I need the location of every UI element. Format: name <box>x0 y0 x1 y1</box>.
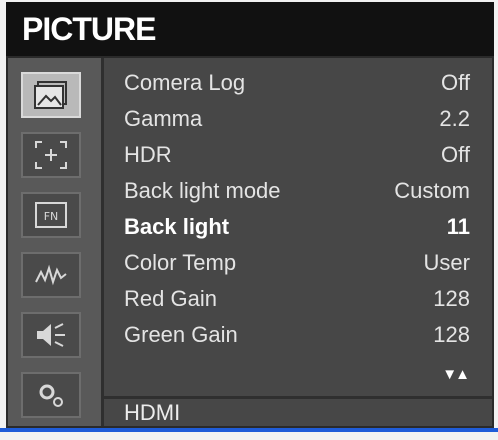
setting-value: 128 <box>433 322 470 347</box>
waveform-icon <box>35 264 67 286</box>
marker-icon <box>35 141 67 169</box>
setting-value: Off <box>441 70 470 95</box>
setting-label: Color Temp <box>124 250 237 275</box>
setting-value: 128 <box>433 286 470 311</box>
settings-list: Comera Log Off Gamma 2.2 HDR Off Back li… <box>104 58 492 426</box>
setting-value: 2.2 <box>439 106 470 131</box>
setting-label: Green Gain <box>124 322 238 347</box>
audio-icon <box>37 323 65 347</box>
setting-row-red-gain[interactable]: Red Gain 128 <box>124 282 470 318</box>
setting-row-back-light-mode[interactable]: Back light mode Custom <box>124 174 470 210</box>
setting-label: HDR <box>124 142 172 167</box>
setting-row-back-light[interactable]: Back light 11 <box>124 210 470 246</box>
setting-row-green-gain[interactable]: Green Gain 128 <box>124 318 470 354</box>
setting-row-camera-log[interactable]: Comera Log Off <box>124 66 470 102</box>
function-key-icon: FN <box>35 202 67 228</box>
menu-title-bar: PICTURE <box>6 2 494 56</box>
osd-menu-panel: FN Comera Log Off Gamma 2.2 HDR Off Back… <box>6 56 494 428</box>
footer-divider <box>104 396 492 399</box>
setting-label: Back light mode <box>124 178 281 203</box>
system-settings-icon <box>39 384 63 407</box>
setting-label: Gamma <box>124 106 203 131</box>
tab-picture[interactable] <box>21 72 81 118</box>
setting-value: 11 <box>446 214 470 239</box>
setting-value: User <box>423 250 470 275</box>
setting-label: Red Gain <box>124 286 217 311</box>
setting-row-gamma[interactable]: Gamma 2.2 <box>124 102 470 138</box>
svg-text:FN: FN <box>44 210 59 223</box>
tab-system-settings[interactable] <box>21 372 81 418</box>
page-title: PICTURE <box>22 11 156 47</box>
setting-label: Back light <box>124 214 230 239</box>
tab-audio[interactable] <box>21 312 81 358</box>
input-source-label: HDMI <box>124 400 181 425</box>
picture-icon <box>34 81 67 109</box>
setting-row-hdr[interactable]: HDR Off <box>124 138 470 174</box>
tab-marker[interactable] <box>21 132 81 178</box>
setting-value: Off <box>441 142 470 167</box>
tab-function-key[interactable]: FN <box>21 192 81 238</box>
category-sidebar: FN <box>8 58 104 426</box>
tab-waveform[interactable] <box>21 252 81 298</box>
scroll-indicator-icon[interactable]: ▼▲ <box>442 366 470 383</box>
setting-label: Comera Log <box>124 70 246 95</box>
accent-line <box>0 428 498 432</box>
setting-row-color-temp[interactable]: Color Temp User <box>124 246 470 282</box>
setting-value: Custom <box>394 178 470 203</box>
